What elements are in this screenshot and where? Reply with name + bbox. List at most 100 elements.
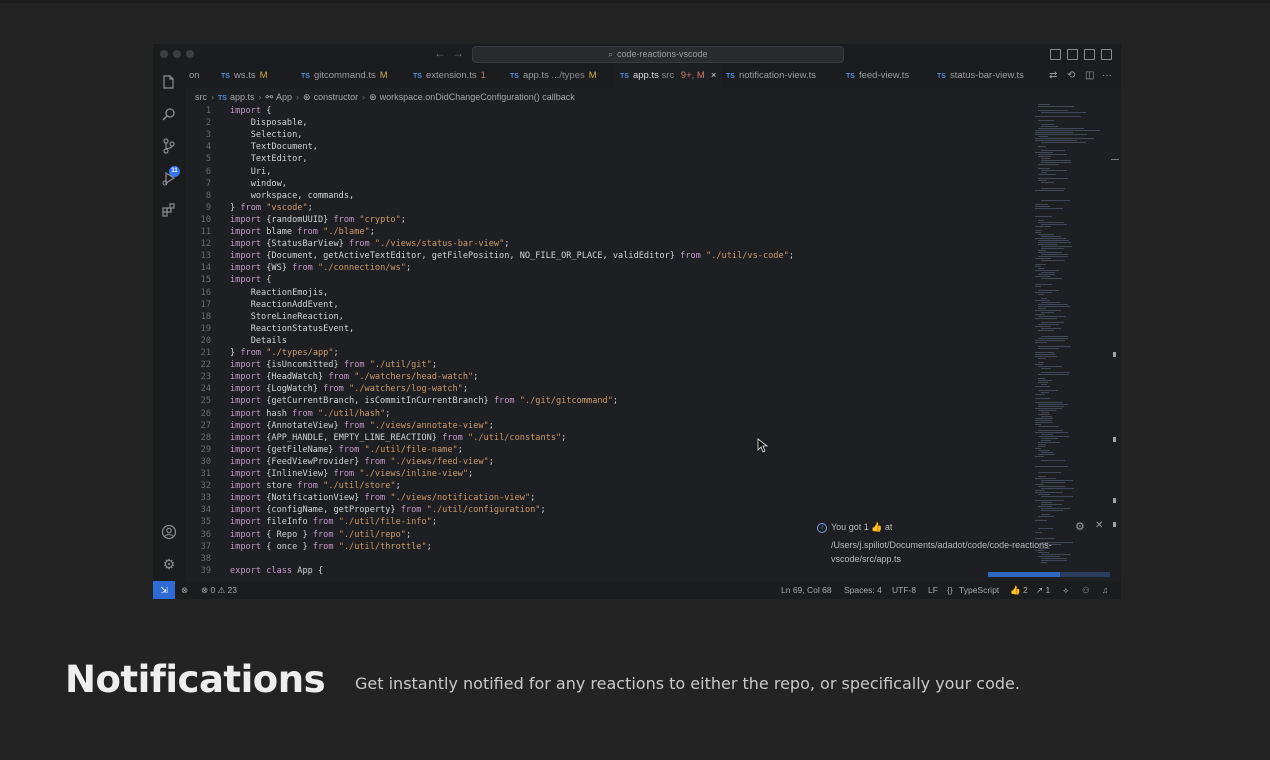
- code-line[interactable]: 18 StoreLineReaction,: [185, 311, 344, 323]
- minimap[interactable]: [1033, 104, 1113, 581]
- breadcrumb-constructor[interactable]: constructor: [314, 92, 359, 102]
- code-line[interactable]: 20 Details: [185, 335, 287, 347]
- close-tab-icon[interactable]: ×: [711, 70, 717, 81]
- end-of-line[interactable]: LF: [928, 581, 938, 599]
- remote-indicator-icon[interactable]: ⇲: [153, 581, 175, 599]
- code-line[interactable]: 8 workspace, commands,: [185, 190, 354, 202]
- code-line[interactable]: 13 import {Document, getActiveTextEditor,…: [185, 250, 794, 262]
- breadcrumb-class[interactable]: App: [276, 92, 292, 102]
- minimap-line: [1041, 460, 1065, 461]
- accounts-icon[interactable]: ⚇: [1082, 581, 1090, 599]
- code-line[interactable]: 7 window,: [185, 178, 287, 190]
- pull-requests-count[interactable]: ↗ 1: [1036, 581, 1050, 599]
- customize-layout-icon[interactable]: [1101, 49, 1112, 60]
- split-editor-icon[interactable]: ◫: [1085, 70, 1094, 81]
- code-line[interactable]: 22 import {isUncomitted} from "./util/git…: [185, 359, 437, 371]
- encoding[interactable]: UTF-8: [892, 581, 916, 599]
- code-line[interactable]: 23 import {HeadWatch} from "./watchers/he…: [185, 371, 479, 383]
- tab-gitcommand-ts[interactable]: TS gitcommand.ts M: [301, 64, 388, 88]
- notifications-bell-icon[interactable]: ♫: [1102, 581, 1108, 599]
- code-line[interactable]: 10 import {randomUUID} from "crypto";: [185, 214, 406, 226]
- code-line[interactable]: 29 import {getFileName} from "./util/file…: [185, 444, 463, 456]
- workspace-name: code-reactions-vscode: [616, 49, 708, 59]
- code-line[interactable]: 2 Disposable,: [185, 117, 308, 129]
- code-line[interactable]: 31 import {InlineView} from "./views/inli…: [185, 468, 474, 480]
- line-number: 2: [205, 118, 211, 129]
- language-mode[interactable]: TypeScript: [959, 581, 999, 599]
- code-line[interactable]: 35 import fileInfo from "./util/file-info…: [185, 516, 437, 528]
- tab-notification-view-ts[interactable]: TS notification-view.ts: [726, 64, 816, 88]
- minimize-window-dot[interactable]: [173, 50, 181, 58]
- code-line[interactable]: 32 import store from "./util/store";: [185, 480, 401, 492]
- code-line[interactable]: 9} from "vscode";: [185, 202, 313, 214]
- code-line[interactable]: 14 import {WS} from "./connection/ws";: [185, 262, 412, 274]
- line-number: 28: [200, 432, 211, 443]
- breadcrumb-folder[interactable]: src: [195, 92, 207, 102]
- line-number: 6: [205, 166, 211, 177]
- code-line[interactable]: 1 import {: [185, 105, 272, 117]
- maximize-window-dot[interactable]: [186, 50, 194, 58]
- close-window-dot[interactable]: [160, 50, 168, 58]
- back-arrow-icon[interactable]: ←: [434, 46, 446, 60]
- code-line[interactable]: 30 import {FeedViewProvider} from "./view…: [185, 456, 494, 468]
- indentation[interactable]: Spaces: 4: [844, 581, 882, 599]
- minimap-line: [1038, 106, 1074, 107]
- command-center-search[interactable]: ⌕ code-reactions-vscode: [472, 46, 844, 63]
- cursor-position[interactable]: Ln 69, Col 68: [781, 581, 832, 599]
- toggle-secondary-sidebar-icon[interactable]: [1084, 49, 1095, 60]
- code-line[interactable]: 25 import {getCurrentBranch, isCommitInCu…: [185, 395, 618, 407]
- code-line[interactable]: 6 Uri,: [185, 166, 272, 178]
- code-line[interactable]: 36 import { Repo } from "./util/repo";: [185, 529, 412, 541]
- forward-arrow-icon[interactable]: →: [452, 46, 464, 60]
- code-line[interactable]: 19 ReactionStatusEvent,: [185, 323, 355, 335]
- tab-overflow[interactable]: on: [189, 64, 200, 88]
- code-line[interactable]: 24 import {LogWatch} from "./watchers/log…: [185, 383, 468, 395]
- code-line[interactable]: 26 import hash from "./util/hash";: [185, 408, 391, 420]
- settings-gear-icon[interactable]: ⚙: [161, 556, 177, 572]
- tab-status-bar-view-ts[interactable]: TS status-bar-view.ts: [937, 64, 1024, 88]
- code-line[interactable]: 15 import {: [185, 274, 272, 286]
- code-line[interactable]: 33 import {NotificationView} from "./view…: [185, 492, 536, 504]
- compare-changes-icon[interactable]: ⇄: [1049, 70, 1057, 81]
- extensions-icon[interactable]: [161, 202, 177, 218]
- problems-indicator[interactable]: ⊗ 0 ⚠ 23: [201, 581, 237, 599]
- tab-feed-view-ts[interactable]: TS feed-view.ts: [846, 64, 909, 88]
- tab-extension-ts[interactable]: TS extension.ts 1: [413, 64, 486, 88]
- code-text: ReactionStatusEvent,: [230, 323, 355, 334]
- code-line[interactable]: 39 export class App {: [185, 565, 324, 577]
- reactions-count[interactable]: 👍 2: [1010, 581, 1028, 599]
- code-line[interactable]: 17 ReactionAddEvent,: [185, 299, 339, 311]
- run-debug-icon[interactable]: [161, 170, 177, 186]
- toggle-sidebar-icon[interactable]: [1050, 49, 1061, 60]
- code-line[interactable]: 3 Selection,: [185, 129, 303, 141]
- code-line[interactable]: 21} from "./types/app";: [185, 347, 339, 359]
- code-line[interactable]: 34 import {configName, getProperty} from …: [185, 504, 546, 516]
- tab-app-ts-types[interactable]: TS app.ts .../types M: [510, 64, 597, 88]
- notification-settings-gear-icon[interactable]: ⚙: [1075, 520, 1085, 533]
- code-line[interactable]: 38: [185, 553, 230, 565]
- open-changes-icon[interactable]: ⟲: [1067, 70, 1075, 81]
- source-control-icon[interactable]: [161, 138, 177, 154]
- copilot-icon[interactable]: ⟡: [1063, 581, 1069, 599]
- code-line[interactable]: 11 import blame from "./blame";: [185, 226, 375, 238]
- ports-icon[interactable]: ⊗: [181, 581, 188, 599]
- minimap-line: [1038, 222, 1064, 223]
- code-line[interactable]: 12 import {StatusBarView} from "./views/s…: [185, 238, 510, 250]
- code-line[interactable]: 16 ReactionEmojis,: [185, 287, 329, 299]
- code-line[interactable]: 37 import { once } from "./util/throttle"…: [185, 541, 432, 553]
- more-actions-icon[interactable]: ···: [1102, 70, 1112, 81]
- code-line[interactable]: 27 import {AnnotateView} from "./views/an…: [185, 420, 494, 432]
- breadcrumb-file[interactable]: app.ts: [230, 92, 255, 102]
- code-line[interactable]: 4 TextDocument,: [185, 141, 318, 153]
- account-icon[interactable]: [161, 524, 177, 540]
- search-sidebar-icon[interactable]: [161, 106, 177, 122]
- toggle-panel-icon[interactable]: [1067, 49, 1078, 60]
- tab-app-ts-src-active[interactable]: TS app.ts src 9+, M ×: [614, 64, 723, 88]
- code-editor[interactable]: 1 import {2 Disposable, 3 Selection, 4 Text…: [185, 104, 1035, 581]
- breadcrumb-callback[interactable]: workspace.onDidChangeConfiguration() cal…: [380, 92, 575, 102]
- code-line[interactable]: 28 import {APP_HANDLE, EMPTY_LINE_REACTIO…: [185, 432, 567, 444]
- explorer-icon[interactable]: [161, 74, 177, 90]
- notification-close-icon[interactable]: ✕: [1095, 520, 1103, 531]
- code-line[interactable]: 5 TextEditor,: [185, 153, 308, 165]
- tab-ws-ts[interactable]: TS ws.ts M: [221, 64, 268, 88]
